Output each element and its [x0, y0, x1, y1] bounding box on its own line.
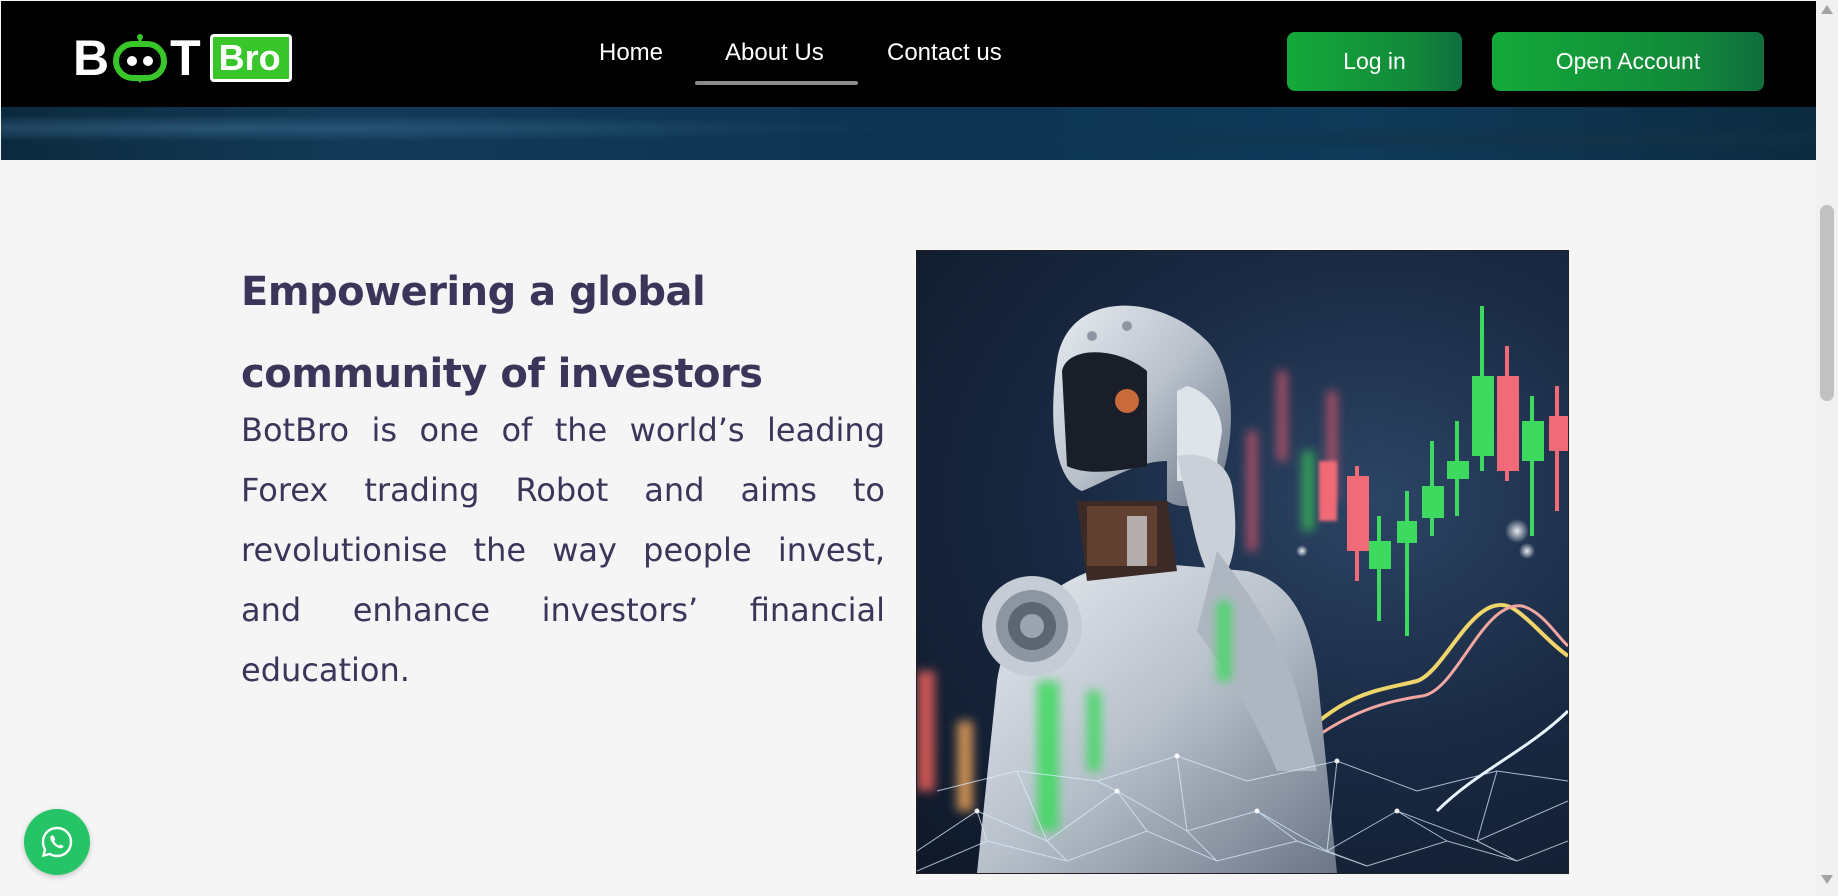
scroll-up-arrow-icon[interactable] — [1821, 5, 1833, 14]
nav-home-link[interactable]: Home — [599, 29, 663, 77]
nav-about-link[interactable]: About Us — [725, 29, 824, 77]
top-navigation-bar: B T Bro Home About Us Contact us Log in … — [1, 1, 1816, 108]
open-account-button[interactable]: Open Account — [1492, 32, 1764, 91]
nav-contact-link[interactable]: Contact us — [887, 29, 1002, 77]
scroll-down-arrow-icon[interactable] — [1821, 875, 1833, 884]
page-scrollbar[interactable] — [1816, 0, 1838, 896]
scroll-thumb[interactable] — [1820, 205, 1834, 401]
login-button[interactable]: Log in — [1287, 32, 1462, 91]
active-nav-indicator — [695, 81, 858, 85]
robot-face-icon — [113, 34, 168, 83]
whatsapp-chat-button[interactable] — [24, 809, 90, 875]
headline-line-1: Empowering a global — [241, 269, 706, 315]
page-headline: Empowering a global community of investo… — [241, 251, 801, 415]
robot-trading-illustration — [917, 305, 1568, 873]
robot-trading-image — [916, 250, 1569, 874]
whatsapp-icon — [41, 826, 73, 858]
botbro-logo[interactable]: B T Bro — [73, 31, 292, 85]
logo-bro-badge: Bro — [209, 34, 292, 82]
logo-letter-t: T — [170, 30, 202, 86]
hero-banner-strip — [1, 107, 1816, 160]
about-paragraph: BotBro is one of the world’s leading For… — [241, 411, 885, 689]
logo-letter-b: B — [73, 30, 111, 86]
